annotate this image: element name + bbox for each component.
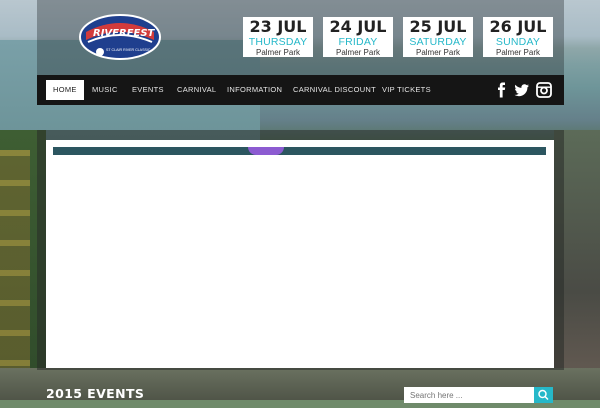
- nav-item-events[interactable]: EVENTS: [132, 75, 164, 105]
- date: 25 JUL: [409, 17, 467, 36]
- content-card: [46, 140, 554, 368]
- date-card[interactable]: 25 JUL SATURDAY Palmer Park: [403, 17, 473, 57]
- date: 26 JUL: [489, 17, 547, 36]
- main-nav: HOME MUSIC EVENTS CARNIVAL INFORMATION C…: [37, 75, 564, 105]
- day: THURSDAY: [248, 36, 308, 48]
- date-card[interactable]: 26 JUL SUNDAY Palmer Park: [483, 17, 553, 57]
- nav-item-music[interactable]: MUSIC: [92, 75, 118, 105]
- events-heading: 2015 EVENTS: [46, 386, 145, 401]
- date-card[interactable]: 23 JUL THURSDAY Palmer Park: [243, 17, 313, 57]
- nav-item-carnival-discount[interactable]: CARNIVAL DISCOUNT: [293, 75, 376, 105]
- venue: Palmer Park: [255, 48, 300, 57]
- logo-subtext: ST CLAIR RIVER CLASSIC: [106, 48, 151, 52]
- facebook-icon[interactable]: [494, 82, 510, 98]
- instagram-icon[interactable]: [536, 82, 552, 98]
- image-slider[interactable]: [53, 147, 546, 155]
- nav-item-carnival[interactable]: CARNIVAL: [177, 75, 216, 105]
- day: SUNDAY: [495, 36, 541, 48]
- search-button[interactable]: [534, 387, 553, 403]
- twitter-icon[interactable]: [514, 82, 530, 98]
- search-icon: [538, 389, 549, 401]
- date-card[interactable]: 24 JUL FRIDAY Palmer Park: [323, 17, 393, 57]
- day: FRIDAY: [338, 36, 378, 48]
- venue: Palmer Park: [415, 48, 460, 57]
- day: SATURDAY: [409, 36, 467, 48]
- site-logo[interactable]: RIVERFEST ST CLAIR RIVER CLASSIC: [78, 12, 162, 62]
- nav-item-vip-tickets[interactable]: VIP TICKETS: [382, 75, 431, 105]
- nav-item-home[interactable]: HOME: [46, 80, 84, 100]
- date: 23 JUL: [249, 17, 307, 36]
- background-ferris-wheel: [0, 150, 30, 400]
- search-input[interactable]: [404, 387, 540, 403]
- slider-image-edge: [248, 147, 284, 155]
- venue: Palmer Park: [495, 48, 540, 57]
- date: 24 JUL: [329, 17, 387, 36]
- venue: Palmer Park: [335, 48, 380, 57]
- nav-item-information[interactable]: INFORMATION: [227, 75, 282, 105]
- logo-text: RIVERFEST: [93, 28, 155, 39]
